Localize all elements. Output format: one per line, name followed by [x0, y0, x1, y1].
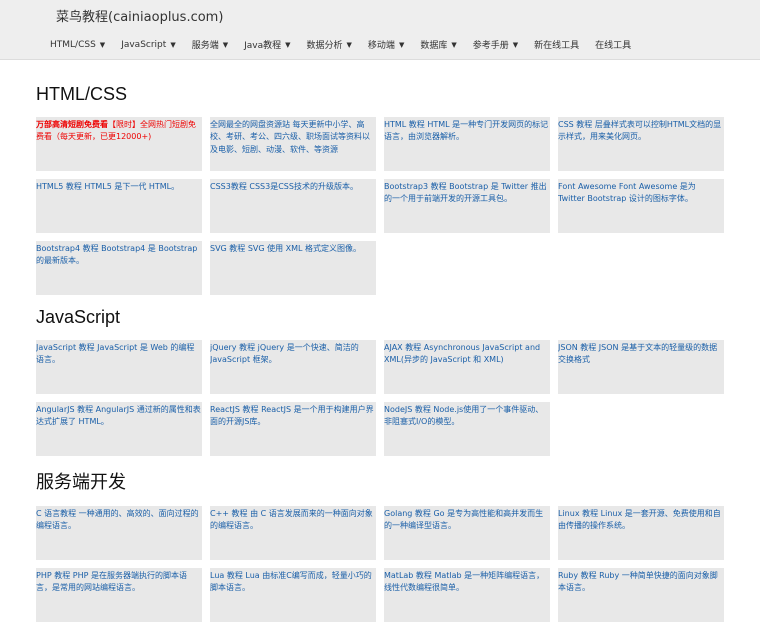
course-card[interactable]: PHP 教程 PHP 是在服务器端执行的脚本语言，是常用的网站编程语言。: [36, 568, 202, 622]
course-card-text: SVG 教程 SVG 使用 XML 格式定义图像。: [210, 244, 362, 253]
course-card[interactable]: ReactJS 教程 ReactJS 是一个用于构建用户界面的开源JS库。: [210, 402, 376, 456]
caret-down-icon: ▼: [170, 40, 176, 49]
course-card[interactable]: Font Awesome Font Awesome 是为 Twitter Boo…: [558, 179, 724, 233]
course-card-text: 全网最全的网盘资源站 每天更新中小学、高校、考研、考公、四六级、职场面试等资料以…: [210, 120, 370, 154]
nav-item[interactable]: HTML/CSS ▼: [50, 38, 105, 51]
course-card[interactable]: 全网最全的网盘资源站 每天更新中小学、高校、考研、考公、四六级、职场面试等资料以…: [210, 117, 376, 171]
course-card[interactable]: SVG 教程 SVG 使用 XML 格式定义图像。: [210, 241, 376, 295]
nav-item[interactable]: 在线工具: [595, 38, 631, 51]
nav-item-label: JavaScript: [121, 39, 167, 50]
section-title: JavaScript: [36, 307, 121, 327]
nav-item[interactable]: 新在线工具: [534, 38, 579, 51]
course-card[interactable]: Bootstrap3 教程 Bootstrap 是 Twitter 推出的一个用…: [384, 179, 550, 233]
course-card[interactable]: HTML5 教程 HTML5 是下一代 HTML。: [36, 179, 202, 233]
course-card-text: C 语言教程 一种通用的、高效的、面向过程的编程语言。: [36, 509, 199, 531]
nav-item[interactable]: 参考手册 ▼: [472, 38, 519, 52]
course-card[interactable]: C 语言教程 一种通用的、高效的、面向过程的编程语言。: [36, 506, 202, 560]
course-grid: 万部高清短剧免费看【限时】全网热门短剧免费看（每天更新，已更12000+) 全网最…: [36, 117, 736, 295]
nav-item[interactable]: Java教程 ▼: [244, 38, 291, 52]
nav-item-label: 移动端: [367, 41, 395, 51]
site-brand[interactable]: 菜鸟教程(cainiaoplus.com): [56, 6, 223, 25]
course-card-text: MatLab 教程 Matlab 是一种矩阵编程语言，线性代数编程很简单。: [384, 571, 545, 593]
course-card-text: AngularJS 教程 AngularJS 通过新的属性和表达式扩展了 HTM…: [36, 405, 201, 427]
course-card[interactable]: AJAX 教程 Asynchronous JavaScript and XML(…: [384, 340, 550, 394]
main-content: HTML/CSS 万部高清短剧免费看【限时】全网热门短剧免费看（每天更新，已更12…: [36, 84, 736, 634]
course-grid: JavaScript 教程 JavaScript 是 Web 的编程语言。 jQu…: [36, 340, 736, 456]
course-card-text: ReactJS 教程 ReactJS 是一个用于构建用户界面的开源JS库。: [210, 405, 374, 427]
nav-item-label: HTML/CSS: [50, 39, 96, 50]
caret-down-icon: ▼: [99, 40, 106, 49]
course-card-text: Font Awesome Font Awesome 是为 Twitter Boo…: [558, 182, 696, 204]
course-card-text: HTML 教程 HTML 是一种专门开发网页的标记语言，由浏览器解析。: [384, 120, 549, 142]
course-card-text: Bootstrap4 教程 Bootstrap4 是 Bootstrap 的最新…: [36, 244, 198, 266]
course-card[interactable]: Lua 教程 Lua 由标准C编写而成，轻量小巧的脚本语言。: [210, 568, 376, 622]
course-card-text: Golang 教程 Go 是专为高性能和高并发而生的一种编译型语言。: [384, 509, 544, 531]
ad-headline: 万部高清短剧免费看: [36, 120, 108, 129]
top-navbar: 菜鸟教程(cainiaoplus.com) HTML/CSS ▼ JavaScrip…: [0, 0, 760, 60]
course-card-text: JavaScript 教程 JavaScript 是 Web 的编程语言。: [36, 343, 195, 365]
nav-item[interactable]: 数据分析 ▼: [306, 38, 352, 52]
course-card[interactable]: JavaScript 教程 JavaScript 是 Web 的编程语言。: [36, 340, 202, 394]
caret-down-icon: ▼: [285, 40, 291, 49]
course-card[interactable]: CSS3教程 CSS3是CSS技术的升级版本。: [210, 179, 376, 233]
nav-item[interactable]: 移动端 ▼: [367, 38, 405, 52]
course-card-text: Linux 教程 Linux 是一套开源、免费使用和自由传播的操作系统。: [558, 509, 721, 531]
nav-item-label: 新在线工具: [534, 41, 580, 51]
course-card[interactable]: AngularJS 教程 AngularJS 通过新的属性和表达式扩展了 HTM…: [36, 402, 202, 456]
course-grid: C 语言教程 一种通用的、高效的、面向过程的编程语言。 C++ 教程 由 C 语言…: [36, 506, 736, 622]
caret-down-icon: ▼: [222, 40, 229, 49]
nav-item[interactable]: 服务端 ▼: [191, 38, 229, 52]
nav-item-label: 服务端: [191, 41, 219, 51]
nav-item-label: 数据分析: [306, 41, 343, 51]
course-card-text: NodeJS 教程 Node.js使用了一个事件驱动、非阻塞式I/O的模型。: [384, 405, 544, 427]
course-card-text: HTML5 教程 HTML5 是下一代 HTML。: [36, 182, 180, 191]
section-title: HTML/CSS: [36, 84, 128, 104]
course-card-text: JSON 教程 JSON 是基于文本的轻量级的数据交换格式: [558, 343, 718, 365]
course-card-text: AJAX 教程 Asynchronous JavaScript and XML(…: [384, 343, 541, 365]
caret-down-icon: ▼: [512, 40, 519, 49]
nav-item-label: 在线工具: [595, 41, 632, 51]
course-card-text: CSS 教程 层叠样式表可以控制HTML文档的显示样式，用来美化网页。: [558, 120, 722, 142]
course-card[interactable]: HTML 教程 HTML 是一种专门开发网页的标记语言，由浏览器解析。: [384, 117, 550, 171]
caret-down-icon: ▼: [451, 40, 457, 49]
section-title: 服务端开发: [36, 472, 126, 492]
course-card[interactable]: CSS 教程 层叠样式表可以控制HTML文档的显示样式，用来美化网页。: [558, 117, 724, 171]
course-card-text: Ruby 教程 Ruby 一种简单快捷的面向对象脚本语言。: [558, 571, 718, 593]
course-card-text: C++ 教程 由 C 语言发展而来的一种面向对象的编程语言。: [210, 509, 373, 531]
course-card[interactable]: jQuery 教程 jQuery 是一个快速、简洁的JavaScript 框架。: [210, 340, 376, 394]
course-card[interactable]: Golang 教程 Go 是专为高性能和高并发而生的一种编译型语言。: [384, 506, 550, 560]
nav-item-label: 参考手册: [472, 41, 509, 51]
course-card-text: PHP 教程 PHP 是在服务器端执行的脚本语言，是常用的网站编程语言。: [36, 571, 187, 593]
course-card-text: CSS3教程 CSS3是CSS技术的升级版本。: [210, 182, 358, 191]
ad-card[interactable]: 万部高清短剧免费看【限时】全网热门短剧免费看（每天更新，已更12000+): [36, 117, 202, 171]
nav-item[interactable]: 数据库 ▼: [420, 38, 457, 52]
nav-item-label: Java教程: [244, 41, 282, 51]
nav-item[interactable]: JavaScript ▼: [121, 38, 176, 51]
course-card-text: Lua 教程 Lua 由标准C编写而成，轻量小巧的脚本语言。: [210, 571, 372, 593]
course-card[interactable]: C++ 教程 由 C 语言发展而来的一种面向对象的编程语言。: [210, 506, 376, 560]
course-card[interactable]: Linux 教程 Linux 是一套开源、免费使用和自由传播的操作系统。: [558, 506, 724, 560]
course-card-text: Bootstrap3 教程 Bootstrap 是 Twitter 推出的一个用…: [384, 182, 547, 204]
main-nav: HTML/CSS ▼ JavaScript ▼ 服务端 ▼ Java教程 ▼ 数据分析 ▼ 移动端 ▼…: [50, 38, 631, 52]
caret-down-icon: ▼: [346, 40, 352, 49]
course-card[interactable]: MatLab 教程 Matlab 是一种矩阵编程语言，线性代数编程很简单。: [384, 568, 550, 622]
course-card[interactable]: Ruby 教程 Ruby 一种简单快捷的面向对象脚本语言。: [558, 568, 724, 622]
caret-down-icon: ▼: [398, 40, 405, 49]
course-card[interactable]: NodeJS 教程 Node.js使用了一个事件驱动、非阻塞式I/O的模型。: [384, 402, 550, 456]
course-card-text: jQuery 教程 jQuery 是一个快速、简洁的JavaScript 框架。: [210, 343, 359, 365]
course-card[interactable]: JSON 教程 JSON 是基于文本的轻量级的数据交换格式: [558, 340, 724, 394]
nav-item-label: 数据库: [420, 41, 448, 51]
course-card[interactable]: Bootstrap4 教程 Bootstrap4 是 Bootstrap 的最新…: [36, 241, 202, 295]
